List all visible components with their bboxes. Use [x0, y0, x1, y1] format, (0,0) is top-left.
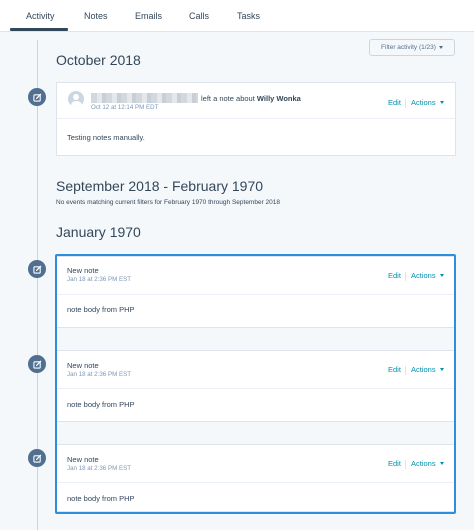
caret-down-icon: [439, 274, 444, 277]
card-gap: [57, 329, 454, 349]
card-divider: [57, 482, 455, 483]
note-timestamp: Jan 18 at 2:36 PM EST: [67, 465, 131, 472]
note-title: New note: [67, 361, 99, 370]
active-tab-indicator: [10, 28, 68, 31]
caret-down-icon: [439, 368, 444, 371]
tab-tasks[interactable]: Tasks: [237, 11, 260, 21]
actions-dropdown[interactable]: Actions: [411, 98, 444, 107]
month-heading-jan-1970: January 1970: [56, 224, 141, 240]
caret-down-icon: [438, 46, 443, 49]
note-author-suffix: left a note about: [201, 94, 255, 103]
note-body: note body from PHP: [67, 494, 135, 503]
actions-label: Actions: [411, 271, 436, 280]
note-timestamp: Jan 18 at 2:36 PM EST: [67, 276, 131, 283]
note-timestamp: Jan 18 at 2:36 PM EST: [67, 371, 131, 378]
actions-label: Actions: [411, 365, 436, 374]
note-about-link[interactable]: Willy Wonka: [257, 94, 301, 103]
tab-notes[interactable]: Notes: [84, 11, 108, 21]
action-separator: [405, 272, 406, 281]
note-edit-icon: [28, 88, 46, 106]
note-card: [56, 350, 456, 422]
edit-button[interactable]: Edit: [388, 98, 401, 107]
caret-down-icon: [439, 462, 444, 465]
filter-activity-dropdown[interactable]: Filter activity (1/23): [369, 39, 455, 56]
caret-down-icon: [439, 101, 444, 104]
tab-activity[interactable]: Activity: [26, 11, 55, 21]
note-body: note body from PHP: [67, 400, 135, 409]
month-heading-range: September 2018 - February 1970: [56, 178, 264, 194]
card-gap: [57, 423, 454, 443]
actions-dropdown[interactable]: Actions: [411, 365, 444, 374]
note-timestamp: Oct 12 at 12:14 PM EDT: [91, 104, 159, 111]
edit-button[interactable]: Edit: [388, 365, 401, 374]
note-title: New note: [67, 266, 99, 275]
tab-bar: Activity Notes Emails Calls Tasks: [0, 0, 474, 32]
note-edit-icon: [28, 260, 46, 278]
month-heading-oct-2018: October 2018: [56, 52, 141, 68]
actions-dropdown[interactable]: Actions: [411, 271, 444, 280]
note-title: New note: [67, 455, 99, 464]
actions-dropdown[interactable]: Actions: [411, 459, 444, 468]
action-separator: [405, 99, 406, 108]
tab-emails[interactable]: Emails: [135, 11, 162, 21]
note-edit-icon: [28, 355, 46, 373]
note-title: left a note about Willy Wonka: [201, 94, 301, 103]
note-card: [56, 256, 456, 328]
user-avatar: [68, 91, 84, 107]
edit-button[interactable]: Edit: [388, 459, 401, 468]
card-divider: [57, 388, 455, 389]
action-separator: [405, 460, 406, 469]
empty-range-message: No events matching current filters for F…: [56, 199, 281, 206]
actions-label: Actions: [411, 459, 436, 468]
action-separator: [405, 366, 406, 375]
note-body: Testing notes manually.: [67, 133, 145, 142]
actions-label: Actions: [411, 98, 436, 107]
card-divider: [57, 294, 455, 295]
note-edit-icon: [28, 449, 46, 467]
filter-label: Filter activity (1/23): [381, 44, 436, 51]
redacted-author-name: [91, 93, 198, 103]
tab-calls[interactable]: Calls: [189, 11, 209, 21]
note-body: note body from PHP: [67, 305, 135, 314]
card-divider: [57, 118, 455, 119]
edit-button[interactable]: Edit: [388, 271, 401, 280]
